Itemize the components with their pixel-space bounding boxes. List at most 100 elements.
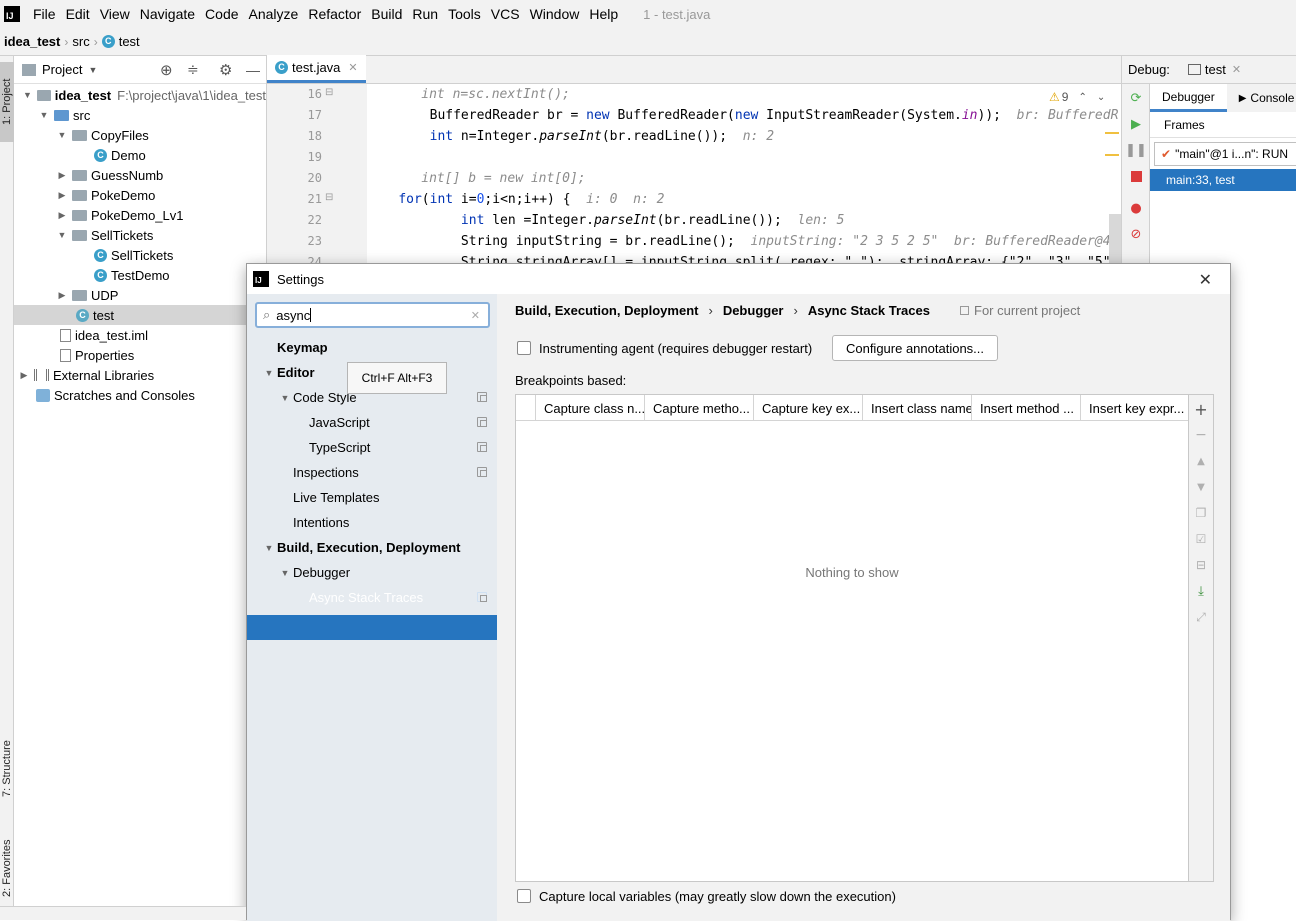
add-icon[interactable]: + bbox=[1193, 400, 1209, 419]
settings-item-build[interactable]: ▼ Build, Execution, Deployment bbox=[261, 535, 461, 560]
project-tool-tab[interactable]: 1: Project bbox=[0, 62, 14, 142]
settings-item-async-stack-traces[interactable]: Async Stack Traces bbox=[309, 585, 497, 610]
structure-tool-tab[interactable]: 7: Structure bbox=[0, 724, 14, 814]
column-header[interactable]: Capture key ex... bbox=[754, 395, 863, 421]
menu-tools[interactable]: Tools bbox=[443, 6, 486, 22]
menu-analyze[interactable]: Analyze bbox=[244, 6, 304, 22]
column-header[interactable]: Insert key expr... bbox=[1081, 395, 1188, 421]
collapse-all-icon[interactable]: ≑ bbox=[187, 61, 199, 78]
menu-file[interactable]: File bbox=[28, 6, 61, 22]
tree-item-copyfiles[interactable]: ▼ CopyFiles bbox=[14, 125, 266, 145]
tree-item-test[interactable]: C test bbox=[14, 305, 266, 325]
close-icon[interactable]: ✕ bbox=[1232, 63, 1241, 76]
tree-item-testdemo[interactable]: C TestDemo bbox=[14, 265, 266, 285]
uncheck-all-icon[interactable]: ⊟ bbox=[1193, 557, 1209, 573]
export-icon[interactable]: ⤢ bbox=[1193, 609, 1209, 625]
minimize-icon[interactable]: — bbox=[246, 62, 260, 78]
tree-item-external-libraries[interactable]: ▶ External Libraries bbox=[14, 365, 266, 385]
copy-icon[interactable]: ❐ bbox=[1193, 505, 1209, 521]
inspection-widget[interactable]: ⚠ 9 ⌃ ⌄ bbox=[1049, 90, 1105, 104]
tree-item-guessnumb[interactable]: ▶ GuessNumb bbox=[14, 165, 266, 185]
view-breakpoints-icon[interactable]: ● bbox=[1128, 200, 1144, 216]
tree-item-selltickets-package[interactable]: ▼ SellTickets bbox=[14, 225, 266, 245]
menu-run[interactable]: Run bbox=[407, 6, 443, 22]
configure-annotations-button[interactable]: Configure annotations... bbox=[832, 335, 998, 361]
chevron-down-icon[interactable]: ▼ bbox=[261, 368, 277, 378]
chevron-down-icon[interactable]: ▼ bbox=[22, 90, 33, 100]
chevron-right-icon[interactable]: ▶ bbox=[56, 190, 68, 201]
chevron-down-icon[interactable]: ▼ bbox=[56, 130, 68, 140]
tab-debugger[interactable]: Debugger bbox=[1150, 84, 1227, 112]
chevron-right-icon[interactable]: ▶ bbox=[56, 290, 68, 301]
close-icon[interactable]: ✕ bbox=[1199, 270, 1212, 290]
nav-project[interactable]: idea_test bbox=[0, 34, 64, 49]
chevron-down-icon[interactable]: ▼ bbox=[38, 110, 50, 120]
column-header[interactable]: Insert class name bbox=[863, 395, 972, 421]
stop-icon[interactable] bbox=[1128, 168, 1144, 184]
settings-item-inspections[interactable]: Inspections bbox=[293, 460, 497, 485]
menu-view[interactable]: View bbox=[95, 6, 135, 22]
project-view-selector[interactable]: Project bbox=[42, 62, 82, 77]
instrumenting-agent-checkbox[interactable] bbox=[517, 341, 531, 355]
tree-item-pokedemo[interactable]: ▶ PokeDemo bbox=[14, 185, 266, 205]
column-header[interactable]: Capture metho... bbox=[645, 395, 754, 421]
settings-item-intentions[interactable]: Intentions bbox=[293, 510, 349, 535]
frame-item[interactable]: main:33, test bbox=[1150, 169, 1296, 191]
chevron-up-icon[interactable]: ⌃ bbox=[1078, 92, 1086, 103]
tree-item-pokedemo-lv1[interactable]: ▶ PokeDemo_Lv1 bbox=[14, 205, 266, 225]
menu-edit[interactable]: Edit bbox=[61, 6, 95, 22]
tree-item-demo[interactable]: C Demo bbox=[14, 145, 266, 165]
rerun-icon[interactable]: ⟳ bbox=[1128, 90, 1144, 106]
chevron-down-icon[interactable]: ▼ bbox=[277, 393, 293, 403]
menu-window[interactable]: Window bbox=[525, 6, 585, 22]
close-icon[interactable]: ✕ bbox=[348, 61, 357, 74]
chevron-right-icon[interactable]: ▶ bbox=[56, 210, 68, 221]
check-all-icon[interactable]: ☑ bbox=[1193, 531, 1209, 547]
chevron-down-icon[interactable]: ▼ bbox=[56, 230, 68, 240]
fold-icon[interactable]: ⊟ bbox=[325, 192, 333, 203]
menu-code[interactable]: Code bbox=[200, 6, 243, 22]
resume-icon[interactable]: ▶ bbox=[1128, 116, 1144, 132]
tree-item-src[interactable]: ▼ src bbox=[14, 105, 266, 125]
chevron-right-icon[interactable]: ▶ bbox=[56, 170, 68, 181]
settings-search-input[interactable]: ⌕ async ✕ bbox=[255, 302, 490, 328]
settings-item-javascript[interactable]: JavaScript bbox=[309, 410, 497, 435]
nav-folder[interactable]: src bbox=[68, 34, 93, 49]
tree-item-properties[interactable]: Properties bbox=[14, 345, 266, 365]
mute-breakpoints-icon[interactable]: ⊘ bbox=[1128, 226, 1144, 242]
settings-item-debugger[interactable]: ▼ Debugger bbox=[277, 560, 351, 585]
chevron-right-icon[interactable]: ▶ bbox=[18, 370, 30, 381]
tree-item-iml[interactable]: idea_test.iml bbox=[14, 325, 266, 345]
capture-local-variables-option[interactable]: Capture local variables (may greatly slo… bbox=[517, 886, 896, 906]
column-header[interactable]: Insert method ... bbox=[972, 395, 1081, 421]
instrumenting-agent-option[interactable]: Instrumenting agent (requires debugger r… bbox=[517, 338, 812, 358]
tree-item-udp[interactable]: ▶ UDP bbox=[14, 285, 266, 305]
error-stripe-marker[interactable] bbox=[1105, 132, 1119, 156]
pause-icon[interactable]: ❚❚ bbox=[1125, 142, 1147, 158]
move-down-icon[interactable]: ▼ bbox=[1193, 479, 1209, 495]
move-up-icon[interactable]: ▲ bbox=[1193, 453, 1209, 469]
clear-search-icon[interactable]: ✕ bbox=[471, 309, 480, 322]
menu-help[interactable]: Help bbox=[584, 6, 623, 22]
nav-file[interactable]: Ctest bbox=[98, 34, 144, 49]
chevron-down-icon[interactable]: ▼ bbox=[88, 65, 97, 75]
chevron-down-icon[interactable]: ⌄ bbox=[1097, 92, 1105, 103]
debug-session-tab[interactable]: test bbox=[1205, 62, 1226, 77]
fold-icon[interactable]: ⊟ bbox=[325, 87, 333, 98]
settings-item-live-templates[interactable]: Live Templates bbox=[293, 485, 379, 510]
settings-item-typescript[interactable]: TypeScript bbox=[309, 435, 497, 460]
favorites-tool-tab[interactable]: 2: Favorites bbox=[0, 820, 14, 916]
column-header[interactable]: Capture class n... bbox=[536, 395, 645, 421]
settings-item-editor[interactable]: ▼ Editor bbox=[261, 360, 315, 385]
thread-selector[interactable]: ✔ "main"@1 i...n": RUN bbox=[1154, 142, 1296, 166]
editor-scrollbar[interactable] bbox=[1109, 214, 1121, 264]
tree-item-scratches[interactable]: Scratches and Consoles bbox=[14, 385, 266, 405]
remove-icon[interactable]: − bbox=[1193, 427, 1209, 443]
menu-build[interactable]: Build bbox=[366, 6, 407, 22]
chevron-down-icon[interactable]: ▼ bbox=[277, 568, 293, 578]
code-area[interactable]: // int n=sc.nextInt(); BufferedReader br… bbox=[367, 84, 1121, 284]
tree-item-selltickets-class[interactable]: C SellTickets bbox=[14, 245, 266, 265]
chevron-down-icon[interactable]: ▼ bbox=[261, 543, 277, 553]
capture-local-variables-checkbox[interactable] bbox=[517, 889, 531, 903]
tab-console[interactable]: ▶ Console bbox=[1227, 84, 1296, 112]
